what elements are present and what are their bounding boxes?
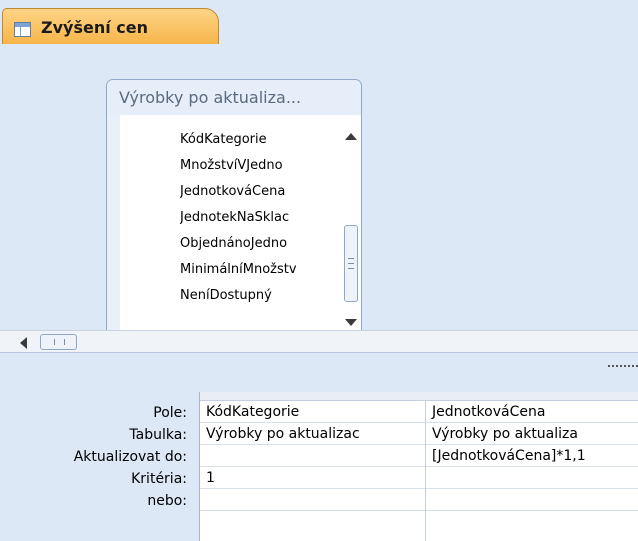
cell-tabulka[interactable]: Výrobky po aktualiza	[426, 423, 638, 445]
design-grid: KódKategorie Výrobky po aktualizac 1 Jed…	[199, 392, 638, 541]
cell-aktualizovat[interactable]	[200, 445, 425, 467]
horizontal-scroll-thumb[interactable]	[40, 334, 77, 350]
field-item[interactable]: MinimálníMnožstv	[180, 257, 342, 283]
cell-aktualizovat[interactable]: [JednotkováCena]*1,1	[426, 445, 638, 467]
horizontal-scrollbar[interactable]	[0, 330, 638, 353]
field-item[interactable]: JednotkováCena	[180, 179, 342, 205]
grid-column-1: KódKategorie Výrobky po aktualizac 1	[200, 401, 426, 541]
cell-pole[interactable]: KódKategorie	[200, 401, 425, 423]
field-list: KódKategorie MnožstvíVJedno JednotkováCe…	[180, 127, 342, 340]
field-item[interactable]: KódKategorie	[180, 127, 342, 153]
grip-icon	[348, 258, 354, 269]
query-tab[interactable]: Zvýšení cen	[2, 8, 219, 45]
scroll-left-icon[interactable]	[20, 337, 27, 349]
row-label-aktualizovat: Aktualizovat do:	[73, 449, 187, 465]
field-item[interactable]: MnožstvíVJedno	[180, 153, 342, 179]
cell-kriteria[interactable]	[426, 467, 638, 489]
field-list-gutter	[107, 115, 120, 340]
cell-nebo[interactable]	[200, 489, 425, 511]
field-item[interactable]: NeníDostupný	[180, 283, 342, 309]
column-selector-row[interactable]	[200, 392, 638, 401]
field-item[interactable]: ObjednánoJedno	[180, 231, 342, 257]
query-design-pane: Výrobky po aktualiza... KódKategorie Mno…	[0, 44, 638, 341]
scroll-thumb[interactable]	[344, 225, 358, 302]
splitter-grip-icon[interactable]	[608, 365, 638, 367]
table-field-list-title[interactable]: Výrobky po aktualiza...	[107, 80, 361, 115]
row-label-pole: Pole:	[153, 405, 187, 421]
field-item[interactable]: JednotekNaSklac	[180, 205, 342, 231]
document-tab-strip: Zvýšení cen	[0, 0, 638, 45]
field-list-scrollbar[interactable]	[343, 117, 359, 340]
query-icon	[14, 22, 31, 37]
cell-pole[interactable]: JednotkováCena	[426, 401, 638, 423]
row-label-kriteria: Kritéria:	[131, 471, 187, 487]
table-field-list[interactable]: Výrobky po aktualiza... KódKategorie Mno…	[106, 79, 362, 341]
grid-row-labels: Pole: Tabulka: Aktualizovat do: Kritéria…	[0, 402, 193, 512]
row-label-tabulka: Tabulka:	[129, 427, 187, 443]
row-label-nebo: nebo:	[147, 493, 187, 509]
cell-kriteria[interactable]: 1	[200, 467, 425, 489]
design-grid-pane: Pole: Tabulka: Aktualizovat do: Kritéria…	[0, 372, 638, 541]
cell-nebo[interactable]	[426, 489, 638, 511]
tab-title: Zvýšení cen	[41, 18, 149, 37]
grid-column-2: JednotkováCena Výrobky po aktualiza [Jed…	[426, 401, 638, 541]
scroll-up-icon[interactable]	[345, 133, 357, 140]
cell-tabulka[interactable]: Výrobky po aktualizac	[200, 423, 425, 445]
pane-splitter[interactable]	[0, 352, 638, 373]
scroll-down-icon[interactable]	[345, 319, 357, 326]
